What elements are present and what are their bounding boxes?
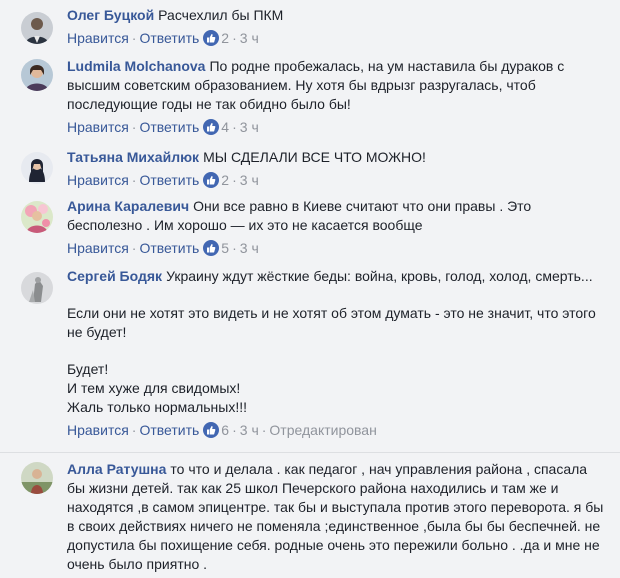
comment-paragraph: Расчехлил бы ПКМ — [158, 7, 284, 23]
like-icon[interactable] — [203, 172, 220, 188]
comment-actions: Нравится · Ответить 2 · 3 ч — [67, 172, 259, 188]
comment-paragraph: то что и делала . как педагог , нач упра… — [67, 461, 604, 572]
reply-button[interactable]: Ответить — [139, 172, 199, 188]
comment-text: Татьяна Михайлюк МЫ СДЕЛАЛИ ВСЕ ЧТО МОЖНО… — [67, 148, 608, 167]
comment-actions: Нравится · Ответить 2 · 3 ч — [67, 30, 259, 46]
avatar[interactable] — [21, 152, 53, 184]
comment-text: Алла Ратушна то что и делала . как педаго… — [67, 460, 608, 574]
like-count[interactable]: 2 — [221, 30, 229, 46]
reply-button[interactable]: Ответить — [139, 240, 199, 256]
comment-actions: Нравится · Ответить 6 · 3 ч · Отредактирован — [67, 422, 377, 438]
comment-text: Ludmila Molchanova По родне пробежалась, … — [67, 57, 608, 114]
reply-button[interactable]: Ответить — [139, 119, 199, 135]
comment-timestamp[interactable]: 3 ч — [240, 172, 259, 188]
comment-author[interactable]: Сергей Бодяк — [67, 268, 162, 284]
comment-author[interactable]: Татьяна Михайлюк — [67, 149, 199, 165]
comment-author[interactable]: Ludmila Molchanova — [67, 58, 205, 74]
like-icon[interactable] — [203, 30, 220, 46]
comment-author[interactable]: Алла Ратушна — [67, 461, 166, 477]
reply-button[interactable]: Ответить — [139, 422, 199, 438]
like-icon[interactable] — [203, 240, 220, 256]
like-count[interactable]: 5 — [221, 240, 229, 256]
comment-actions: Нравится · Ответить 4 · 3 ч — [67, 119, 259, 135]
comment-author[interactable]: Олег Буцкой — [67, 7, 154, 23]
comment-paragraph-block: Сергей Бодяк Украину ждут жёсткие беды: в… — [67, 267, 608, 286]
comment-actions: Нравится · Ответить 5 · 3 ч — [67, 240, 259, 256]
comment-text: Арина Каралевич Они все равно в Киеве счи… — [67, 197, 608, 235]
like-button[interactable]: Нравится — [67, 240, 129, 256]
comment-timestamp[interactable]: 3 ч — [240, 119, 259, 135]
edited-label[interactable]: Отредактирован — [269, 422, 376, 438]
comment-timestamp[interactable]: 3 ч — [240, 422, 259, 438]
comment-text: Сергей Бодяк Украину ждут жёсткие беды: в… — [67, 267, 608, 417]
reply-button[interactable]: Ответить — [139, 30, 199, 46]
comment-list: Олег Буцкой Расчехлил бы ПКМ Нравится · Отв… — [0, 0, 620, 578]
like-button[interactable]: Нравится — [67, 172, 129, 188]
avatar[interactable] — [21, 272, 53, 304]
like-icon[interactable] — [203, 119, 220, 135]
comment-author[interactable]: Арина Каралевич — [67, 198, 189, 214]
comment-paragraph: Если они не хотят это видеть и не хотят … — [67, 305, 596, 340]
comment-paragraph: Украину ждут жёсткие беды: война, кровь,… — [166, 268, 593, 284]
comment-timestamp[interactable]: 3 ч — [240, 240, 259, 256]
like-button[interactable]: Нравится — [67, 30, 129, 46]
like-count[interactable]: 2 — [221, 172, 229, 188]
divider — [0, 452, 620, 453]
avatar[interactable] — [21, 201, 53, 233]
like-button[interactable]: Нравится — [67, 422, 129, 438]
like-count[interactable]: 6 — [221, 422, 229, 438]
like-icon[interactable] — [203, 422, 220, 438]
comment-paragraph: МЫ СДЕЛАЛИ ВСЕ ЧТО МОЖНО! — [203, 149, 426, 165]
like-count[interactable]: 4 — [221, 119, 229, 135]
avatar[interactable] — [21, 12, 53, 44]
comment-text: Олег Буцкой Расчехлил бы ПКМ — [67, 6, 608, 25]
comment-timestamp[interactable]: 3 ч — [240, 30, 259, 46]
avatar[interactable] — [21, 59, 53, 91]
like-button[interactable]: Нравится — [67, 119, 129, 135]
avatar[interactable] — [21, 462, 53, 494]
comment-paragraph: Будет! И тем хуже для свидомых! Жаль тол… — [67, 361, 248, 415]
